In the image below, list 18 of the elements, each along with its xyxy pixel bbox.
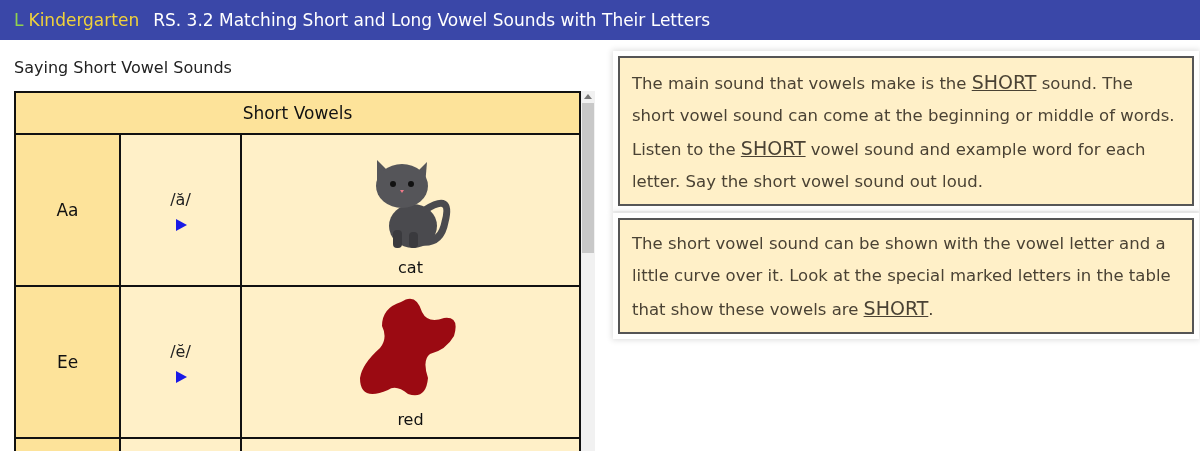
scroll-thumb[interactable] [582,103,594,253]
section-title: Saying Short Vowel Sounds [14,58,233,77]
lesson-title: RS. 3.2 Matching Short and Long Vowel Sounds with Their Letters [153,10,710,30]
grade-letter: L [14,10,24,30]
scroll-up-icon[interactable] [584,93,592,99]
example-word: red [397,410,424,429]
sound-text: /ĕ/ [170,341,191,361]
table-header: Short Vowels [16,93,579,135]
sound-text: /ă/ [170,189,191,209]
scrollbar[interactable] [581,91,595,451]
letter-cell: Aa [16,135,121,285]
info-text: The short vowel sound can be shown with the vowel letter and a little curve over it. Look at the special marked letters in the table that show these vowels are SHORT. [632,233,1172,321]
letter-cell: Ee [16,287,121,437]
play-icon[interactable] [174,218,187,231]
grade-name: Kindergarten [28,10,140,30]
example-word: cat [398,258,423,277]
play-icon[interactable] [174,370,187,383]
info-text: The main sound that vowels make is the SHORT sound. The short vowel sound can come at the beginning or middle of words. Listen to the SHORT vowel sound and example word for each letter. Say the short vowel sound out loud. [632,70,1176,193]
